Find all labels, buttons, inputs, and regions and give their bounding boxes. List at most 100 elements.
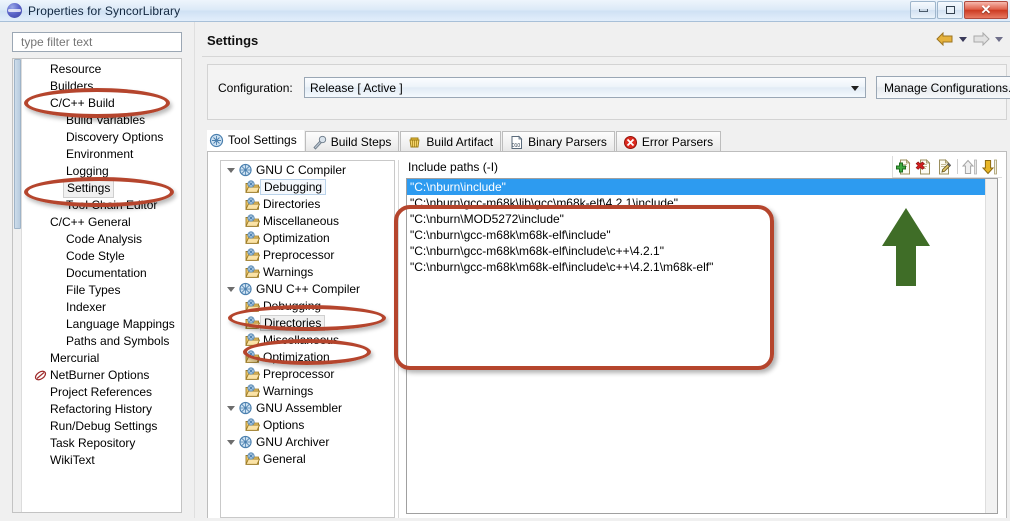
sidebar-item-c-c-general[interactable]: C/C++ General [22,214,181,231]
tool-tree-item-preprocessor[interactable]: Preprocessor [221,365,394,382]
forward-chevron-down-icon[interactable] [995,36,1003,42]
tool-tree-item-options[interactable]: Options [221,416,394,433]
sidebar-scrollbar-thumb[interactable] [14,59,21,229]
tool-tree-item-gnu-assembler[interactable]: GNU Assembler [221,399,394,416]
expand-twisty-icon[interactable] [227,168,235,173]
sidebar-item-run-debug-settings[interactable]: Run/Debug Settings [22,418,181,435]
tool-tree-item-optimization[interactable]: Optimization [221,348,394,365]
include-path-row[interactable]: "C:\nburn\MOD5272\include" [407,211,997,227]
include-path-row[interactable]: "C:\nburn\gcc-m68k\m68k-elf\include\c++\… [407,259,997,275]
sidebar-item-language-mappings[interactable]: Language Mappings [22,316,181,333]
tab-build-steps[interactable]: Build Steps [304,131,400,152]
tab-build-artifact[interactable]: Build Artifact [400,131,502,152]
tool-tree-item-warnings[interactable]: Warnings [221,263,394,280]
restore-button[interactable] [937,1,963,19]
properties-tree[interactable]: Resource Builders C/C++ Build Build Variabl… [12,58,182,513]
sidebar-item-builders[interactable]: Builders [22,78,181,95]
tool-tree-item-gnu-c-compiler[interactable]: GNU C Compiler [221,161,394,178]
tool-tree-item-label: GNU C Compiler [256,162,347,177]
folder-icon [245,417,261,432]
sidebar-item-settings[interactable]: Settings [22,179,181,198]
sidebar-scrollbar[interactable] [13,59,22,512]
tool-tree-item-directories[interactable]: Directories [221,195,394,212]
sidebar-item-label: Paths and Symbols [66,334,170,348]
close-button[interactable]: ✕ [964,1,1008,19]
tool-tree-item-gnu-c-compiler[interactable]: GNU C++ Compiler [221,280,394,297]
tool-tree-divider [398,160,399,518]
sidebar-item-code-analysis[interactable]: Code Analysis [22,231,181,248]
tool-tree-item-label: Preprocessor [263,247,335,262]
include-path-row[interactable]: "C:\nburn\gcc-m68k\m68k-elf\include" [407,227,997,243]
sidebar-item-logging[interactable]: Logging [22,163,181,180]
chevron-down-icon [851,86,859,91]
tool-tree-item-gnu-archiver[interactable]: GNU Archiver [221,433,394,450]
tool-tree-item-warnings[interactable]: Warnings [221,382,394,399]
include-path-row[interactable]: "C:\nburn\gcc-m68k\lib\gcc\m68k-elf\4.2.… [407,195,997,211]
move-up-button[interactable] [961,158,980,176]
tool-tree-item-miscellaneous[interactable]: Miscellaneous [221,331,394,348]
back-arrow-icon[interactable] [936,32,954,46]
sidebar-item-refactoring-history[interactable]: Refactoring History [22,401,181,418]
delete-include-path-button[interactable] [915,158,933,176]
sidebar-item-paths-and-symbols[interactable]: Paths and Symbols [22,333,181,350]
tool-tree-item-debugging[interactable]: Debugging [221,297,394,314]
sidebar-item-label: Mercurial [50,351,100,365]
tool-tree-item-debugging[interactable]: Debugging [221,178,394,195]
tool-tree-item-directories[interactable]: Directories [221,314,394,331]
sidebar-item-tool-chain-editor[interactable]: Tool Chain Editor [22,197,181,214]
expand-twisty-icon[interactable] [227,287,235,292]
sidebar-item-resource[interactable]: Resource [22,61,181,78]
sidebar-item-label: Code Style [66,249,125,263]
sidebar-item-label: Project References [50,385,153,399]
tool-tree-item-general[interactable]: General [221,450,394,467]
sidebar-item-code-style[interactable]: Code Style [22,248,181,265]
tool-tree-item-label: Warnings [263,264,314,279]
compiler-icon [238,435,253,449]
include-path-row[interactable]: "C:\nburn\gcc-m68k\m68k-elf\include\c++\… [407,243,997,259]
sidebar-item-c-c-build[interactable]: C/C++ Build [22,95,181,112]
sidebar-item-build-variables[interactable]: Build Variables [22,112,181,129]
sidebar-item-task-repository[interactable]: Task Repository [22,435,181,452]
include-path-row[interactable]: "C:\nburn\include" [407,179,997,195]
tab-label: Binary Parsers [528,135,607,149]
tab-error-parsers[interactable]: Error Parsers [615,131,722,152]
sidebar-item-wikitext[interactable]: WikiText [22,452,181,469]
configuration-select[interactable]: Release [ Active ] [304,77,866,98]
back-chevron-down-icon[interactable] [959,36,967,42]
add-include-path-button[interactable] [895,158,913,176]
tool-tree-item-optimization[interactable]: Optimization [221,229,394,246]
page-header: Settings [202,30,1010,57]
manage-configurations-button[interactable]: Manage Configurations... [876,76,1010,99]
minimize-button[interactable] [910,1,936,19]
folder-icon [245,315,261,330]
window-title: Properties for SyncorLibrary [28,3,181,18]
filter-input-wrapper[interactable] [12,32,182,52]
window-titlebar[interactable]: Properties for SyncorLibrary ✕ [0,0,1010,22]
sidebar-item-documentation[interactable]: Documentation [22,265,181,282]
tool-tree[interactable]: GNU C Compiler Debugging Directories Miscel… [220,160,395,518]
tab-label: Tool Settings [228,133,297,147]
include-paths-title: Include paths (-I) [408,160,499,174]
include-paths-list[interactable]: "C:\nburn\include" "C:\nburn\gcc-m68k\lib… [406,178,998,514]
sidebar-item-discovery-options[interactable]: Discovery Options [22,129,181,146]
sidebar-item-mercurial[interactable]: Mercurial [22,350,181,367]
sidebar-item-project-references[interactable]: Project References [22,384,181,401]
edit-include-path-button[interactable] [935,158,953,176]
move-down-button[interactable] [981,158,1000,176]
tab-tool-settings[interactable]: Tool Settings [207,130,304,152]
tab-binary-parsers[interactable]: 010 Binary Parsers [502,131,615,152]
tool-tree-item-label: Miscellaneous [263,213,340,228]
pane-splitter[interactable] [194,22,202,521]
sidebar-item-netburner-options[interactable]: NetBurner Options [22,367,181,384]
sidebar-item-indexer[interactable]: Indexer [22,299,181,316]
tool-tree-item-preprocessor[interactable]: Preprocessor [221,246,394,263]
sidebar-item-label: Code Analysis [66,232,143,246]
include-paths-scrollbar[interactable] [985,179,997,513]
expand-twisty-icon[interactable] [227,440,235,445]
sidebar-item-environment[interactable]: Environment [22,146,181,163]
filter-input[interactable] [19,34,181,50]
tool-tree-item-miscellaneous[interactable]: Miscellaneous [221,212,394,229]
sidebar-item-label: Build Variables [66,113,146,127]
sidebar-item-file-types[interactable]: File Types [22,282,181,299]
expand-twisty-icon[interactable] [227,406,235,411]
